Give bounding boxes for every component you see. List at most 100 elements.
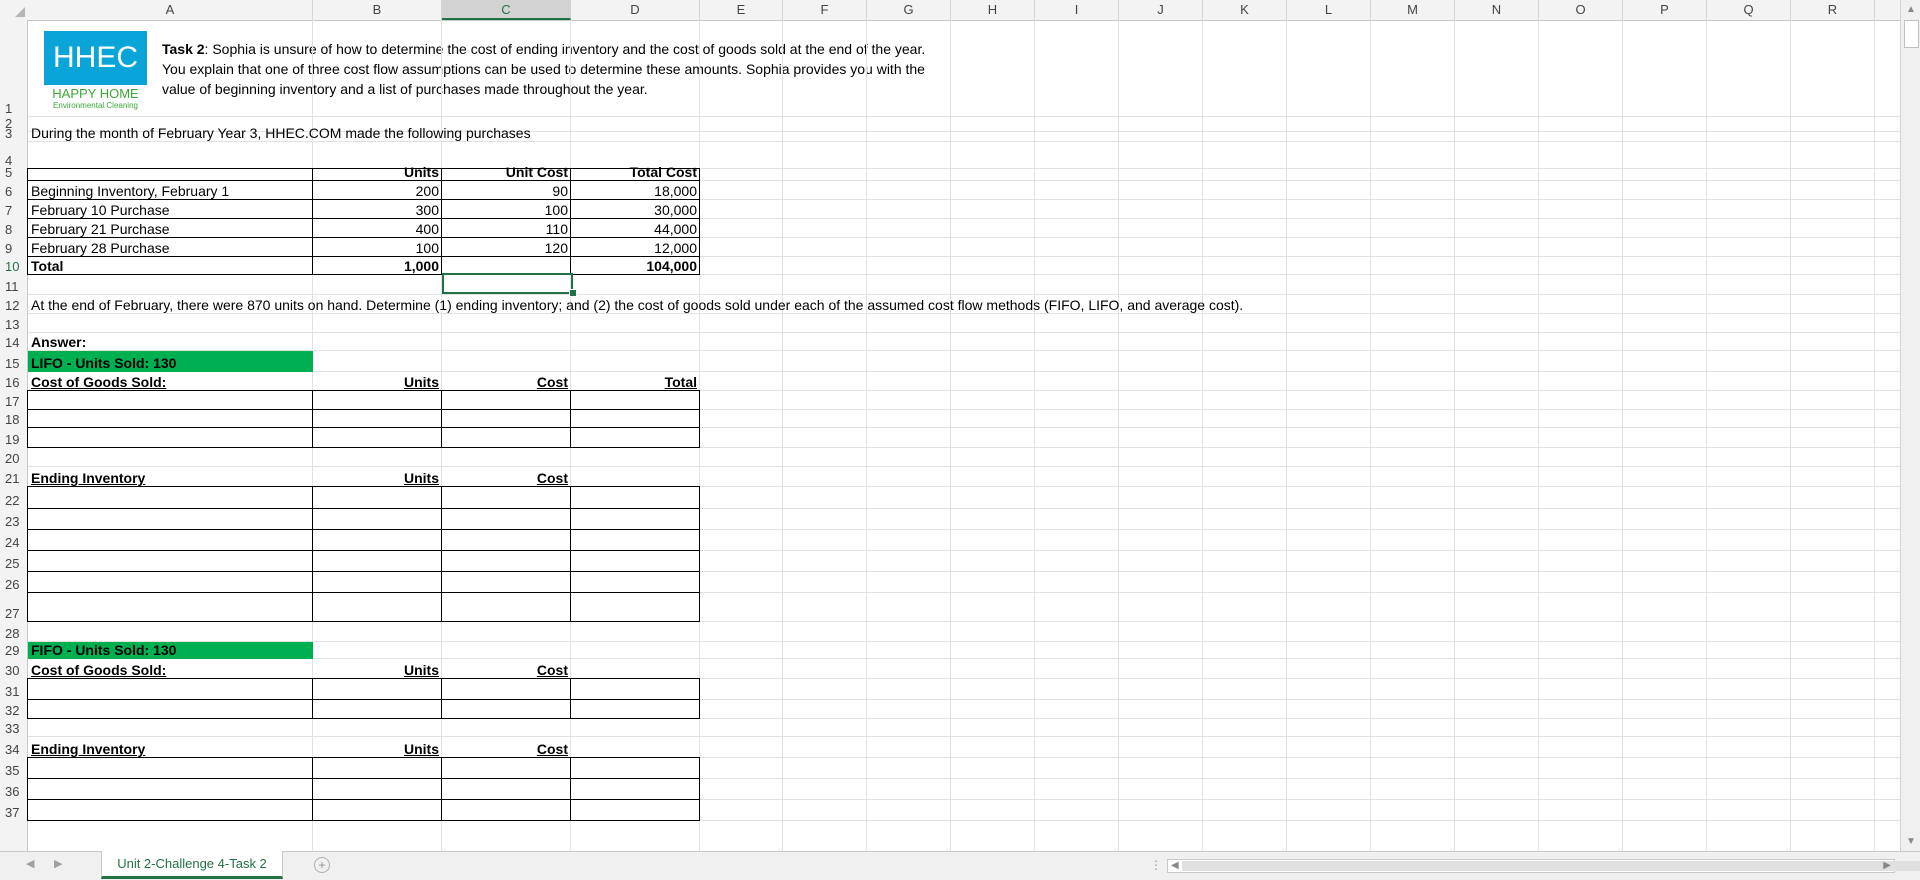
answer-label[interactable]: Answer: — [28, 333, 313, 351]
fifo-ending-row36-c[interactable] — [441, 778, 571, 800]
row-header-11[interactable]: 11 — [0, 275, 28, 295]
question-text[interactable]: At the end of February, there were 870 u… — [28, 295, 1243, 314]
row-header-25[interactable]: 25 — [0, 551, 28, 572]
row-header-24[interactable]: 24 — [0, 530, 28, 551]
lifo-ending-row22-d[interactable] — [570, 486, 700, 509]
lifo-cogs-row17-d[interactable] — [570, 390, 700, 410]
fifo-cogs-row32-d[interactable] — [570, 699, 700, 719]
fifo-cogs-row32-a[interactable] — [27, 699, 313, 719]
lifo-ending-row24-d[interactable] — [570, 529, 700, 551]
row-header-27[interactable]: 27 — [0, 593, 28, 622]
sheet-tab-active[interactable]: Unit 2-Challenge 4-Task 2 — [101, 851, 283, 879]
lifo-cogs-row19-b[interactable] — [312, 427, 442, 448]
lifo-cogs-total-header[interactable]: Total — [571, 372, 700, 391]
row-header-15[interactable]: 15 — [0, 351, 28, 372]
lifo-ending-title[interactable]: Ending Inventory — [28, 467, 313, 487]
row-header-9[interactable]: 9 — [0, 238, 28, 257]
row-header-26[interactable]: 26 — [0, 572, 28, 593]
purchase-row-cost[interactable]: 90 — [442, 181, 571, 200]
row-header-13[interactable]: 13 — [0, 314, 28, 333]
row-header-29[interactable]: 29 — [0, 642, 28, 659]
lifo-ending-row26-c[interactable] — [441, 571, 571, 593]
lifo-cogs-cost-header[interactable]: Cost — [442, 372, 571, 391]
lifo-ending-row27-d[interactable] — [570, 592, 700, 622]
purchase-row-label[interactable]: February 10 Purchase — [28, 200, 313, 219]
lifo-cogs-title[interactable]: Cost of Goods Sold: — [28, 372, 313, 391]
fifo-ending-row35-a[interactable] — [27, 757, 313, 779]
row-header-1[interactable]: 1 — [0, 20, 28, 117]
lifo-ending-row25-a[interactable] — [27, 550, 313, 572]
purchase-row-units[interactable]: 200 — [313, 181, 442, 200]
row-header-36[interactable]: 36 — [0, 779, 28, 800]
lifo-ending-row23-a[interactable] — [27, 508, 313, 530]
purchase-row-total[interactable]: 18,000 — [571, 181, 700, 200]
lifo-ending-row22-b[interactable] — [312, 486, 442, 509]
lifo-ending-row23-c[interactable] — [441, 508, 571, 530]
prev-sheet-arrow[interactable]: ◀ — [26, 857, 34, 870]
fifo-ending-row35-b[interactable] — [312, 757, 442, 779]
purchase-row-label[interactable]: February 28 Purchase — [28, 238, 313, 257]
horizontal-scroll-thumb[interactable] — [1182, 861, 1920, 871]
lifo-ending-row23-b[interactable] — [312, 508, 442, 530]
lifo-cogs-row18-b[interactable] — [312, 409, 442, 428]
row-header-17[interactable]: 17 — [0, 391, 28, 410]
lifo-ending-row24-c[interactable] — [441, 529, 571, 551]
purchase-row-units[interactable]: 100 — [313, 238, 442, 257]
fifo-ending-cost-header[interactable]: Cost — [442, 737, 571, 758]
header-units[interactable]: Units — [313, 164, 442, 181]
lifo-cogs-row18-d[interactable] — [570, 409, 700, 428]
fifo-ending-row37-a[interactable] — [27, 799, 313, 821]
lifo-cogs-row17-b[interactable] — [312, 390, 442, 410]
next-sheet-arrow[interactable]: ▶ — [54, 857, 62, 870]
fifo-ending-title[interactable]: Ending Inventory — [28, 737, 313, 758]
row-header-10[interactable]: 10 — [0, 257, 28, 275]
lifo-ending-row27-b[interactable] — [312, 592, 442, 622]
purchase-row-cost[interactable]: 110 — [442, 219, 571, 238]
fifo-cogs-row32-c[interactable] — [441, 699, 571, 719]
fifo-ending-row36-b[interactable] — [312, 778, 442, 800]
lifo-ending-cost-header[interactable]: Cost — [442, 467, 571, 487]
lifo-cogs-row18-c[interactable] — [441, 409, 571, 428]
lifo-ending-row22-a[interactable] — [27, 486, 313, 509]
lifo-cogs-row19-a[interactable] — [27, 427, 313, 448]
lifo-cogs-row17-c[interactable] — [441, 390, 571, 410]
fifo-cogs-row31-c[interactable] — [441, 678, 571, 700]
lifo-cogs-row18-a[interactable] — [27, 409, 313, 428]
row-header-12[interactable]: 12 — [0, 295, 28, 314]
fifo-ending-row35-d[interactable] — [570, 757, 700, 779]
lifo-ending-row22-c[interactable] — [441, 486, 571, 509]
total-label[interactable]: Total — [28, 257, 313, 275]
lifo-ending-row25-c[interactable] — [441, 550, 571, 572]
row-header-23[interactable]: 23 — [0, 509, 28, 530]
fifo-cogs-row31-d[interactable] — [570, 678, 700, 700]
vertical-scroll-thumb[interactable] — [1904, 20, 1919, 48]
row-header-18[interactable]: 18 — [0, 410, 28, 428]
fifo-ending-row36-d[interactable] — [570, 778, 700, 800]
row-header-33[interactable]: 33 — [0, 719, 28, 737]
scroll-right-icon[interactable]: ▶ — [1883, 860, 1891, 871]
purchase-row-cost[interactable]: 100 — [442, 200, 571, 219]
row-header-20[interactable]: 20 — [0, 448, 28, 467]
fifo-cogs-row32-b[interactable] — [312, 699, 442, 719]
fifo-ending-units-header[interactable]: Units — [313, 737, 442, 758]
row-header-6[interactable]: 6 — [0, 181, 28, 200]
lifo-ending-row27-a[interactable] — [27, 592, 313, 622]
lifo-ending-row23-d[interactable] — [570, 508, 700, 530]
fifo-ending-row37-c[interactable] — [441, 799, 571, 821]
task-description[interactable]: Task 2: Sophia is unsure of how to deter… — [162, 39, 952, 99]
row-header-8[interactable]: 8 — [0, 219, 28, 238]
fifo-ending-row37-d[interactable] — [570, 799, 700, 821]
lifo-ending-units-header[interactable]: Units — [313, 467, 442, 487]
fifo-banner[interactable]: FIFO - Units Sold: 130 — [28, 642, 313, 659]
row-header-7[interactable]: 7 — [0, 200, 28, 219]
fill-handle[interactable] — [569, 289, 577, 297]
lifo-ending-row24-a[interactable] — [27, 529, 313, 551]
row-header-37[interactable]: 37 — [0, 800, 28, 821]
lifo-cogs-row19-d[interactable] — [570, 427, 700, 448]
lifo-cogs-row17-a[interactable] — [27, 390, 313, 410]
vertical-scrollbar[interactable]: ▲ ▼ — [1900, 0, 1920, 851]
fifo-ending-row36-a[interactable] — [27, 778, 313, 800]
lifo-cogs-units-header[interactable]: Units — [313, 372, 442, 391]
row-header-28[interactable]: 28 — [0, 622, 28, 642]
lifo-ending-row26-d[interactable] — [570, 571, 700, 593]
